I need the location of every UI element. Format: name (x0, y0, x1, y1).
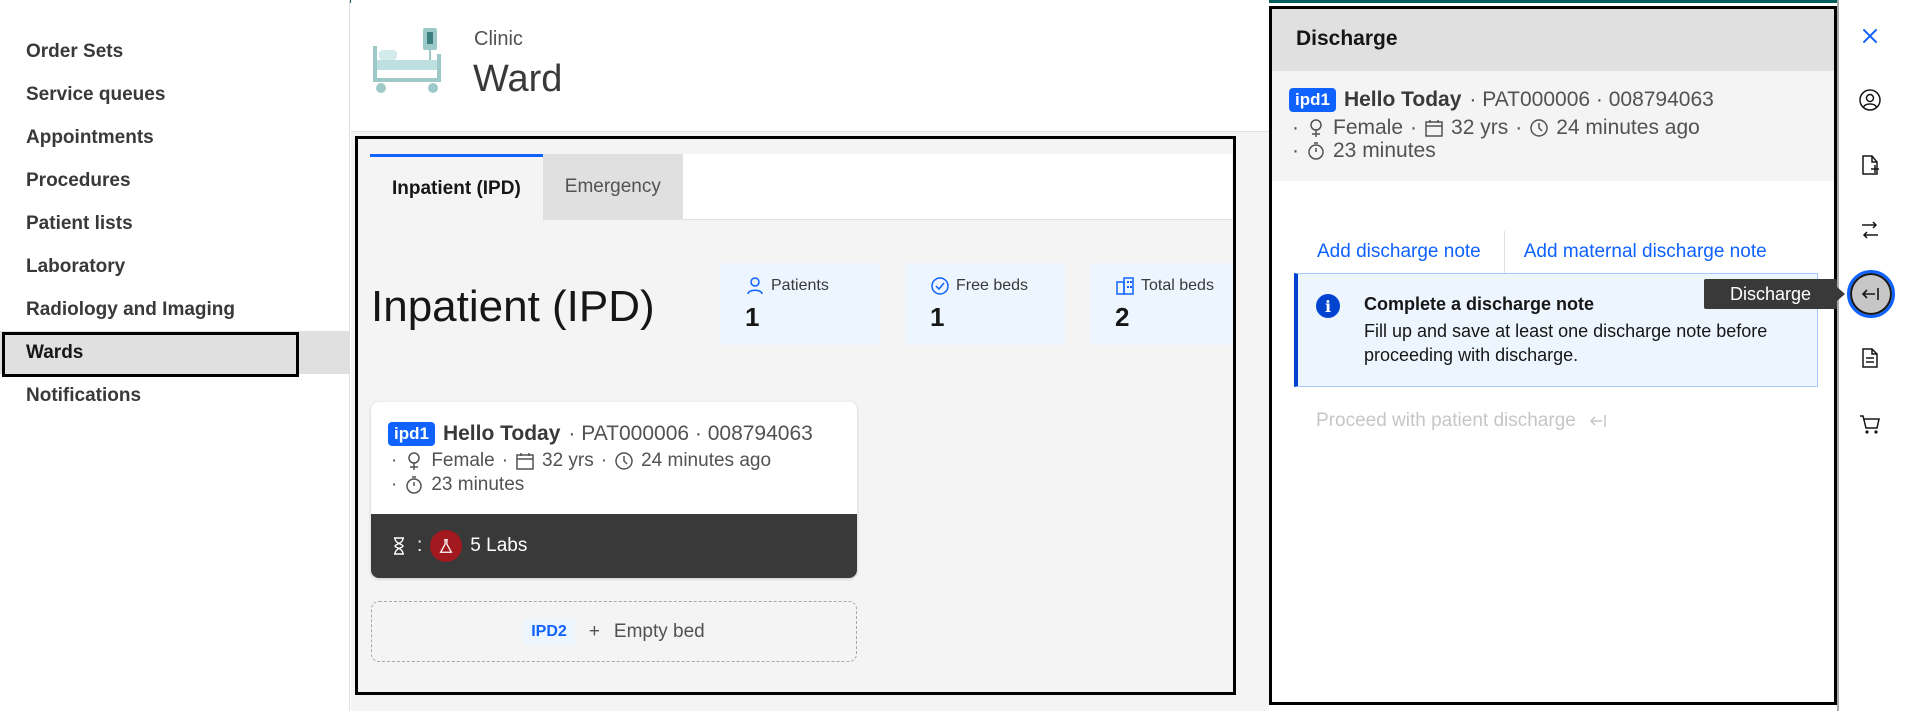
nav-item-service-queues[interactable]: Service queues (0, 73, 349, 116)
page-title: Ward (473, 58, 563, 100)
panel-title: Discharge (1272, 9, 1834, 71)
document-icon (1861, 348, 1878, 368)
clock-icon (1530, 119, 1548, 137)
discharge-tooltip: Discharge (1704, 279, 1845, 309)
exit-arrow-icon (1589, 415, 1606, 427)
action-rail (1837, 0, 1926, 711)
hospital-bed-icon (373, 28, 441, 93)
patient-icon (1858, 89, 1881, 111)
add-note-button[interactable] (1839, 145, 1900, 185)
nav-item-procedures[interactable]: Procedures (0, 159, 349, 202)
nav-item-order-sets[interactable]: Order Sets (0, 30, 349, 73)
tab-add-maternal-discharge-note[interactable]: Add maternal discharge note (1505, 233, 1790, 271)
nav-item-label: Procedures (26, 169, 131, 191)
female-icon (1310, 119, 1322, 137)
proceed-label: Proceed with patient discharge (1316, 410, 1576, 431)
ward-main: Clinic Ward Inpatient (IPD) Emergency In… (351, 0, 1269, 711)
patient-identifiers: · PAT000006 · 008794063 (1469, 88, 1714, 111)
patient-gender: Female (1333, 116, 1404, 139)
discharge-panel: Discharge ipd1 Hello Today · PAT000006 ·… (1269, 6, 1837, 705)
nav-item-label: Patient lists (26, 212, 133, 234)
focus-outline (2, 332, 299, 377)
nav-item-wards[interactable]: Wards (0, 331, 349, 377)
info-icon: i (1316, 294, 1340, 318)
nav-item-label: Service queues (26, 83, 166, 105)
nav-item-notifications[interactable]: Notifications (0, 374, 349, 417)
tab-add-discharge-note[interactable]: Add discharge note (1298, 233, 1504, 271)
left-nav: Order Sets Service queues Appointments P… (0, 0, 350, 711)
nav-item-patient-lists[interactable]: Patient lists (0, 202, 349, 245)
transfer-icon (1861, 221, 1878, 239)
nav-item-label: Order Sets (26, 40, 124, 62)
discharge-note-tabs: Add discharge note Add maternal discharg… (1298, 231, 1790, 273)
notification-title: Complete a discharge note (1364, 294, 1595, 314)
nav-item-label: Notifications (26, 384, 142, 406)
nav-item-laboratory[interactable]: Laboratory (0, 245, 349, 288)
panel-patient-header: ipd1 Hello Today · PAT000006 · 008794063… (1272, 71, 1834, 181)
patient-name: Hello Today (1343, 88, 1462, 111)
nav-item-appointments[interactable]: Appointments (0, 116, 349, 159)
nav-item-radiology[interactable]: Radiology and Imaging (0, 288, 349, 331)
orders-cart-button[interactable] (1839, 404, 1900, 444)
proceed-discharge-button[interactable]: Proceed with patient discharge (1316, 410, 1608, 432)
discharge-button[interactable] (1847, 270, 1895, 318)
cart-icon (1859, 415, 1880, 434)
nav-item-label: Radiology and Imaging (26, 298, 236, 320)
documents-button[interactable] (1839, 338, 1900, 378)
admitted-time: 24 minutes ago (1556, 116, 1700, 139)
timer-icon (1308, 142, 1324, 160)
patient-banner-button[interactable] (1839, 80, 1900, 120)
nav-item-label: Laboratory (26, 255, 126, 277)
page-header: Clinic Ward (351, 0, 1269, 132)
calendar-icon (1425, 120, 1443, 137)
header-location: Clinic (474, 28, 523, 50)
patient-age: 32 yrs (1451, 116, 1509, 139)
notification-body: Fill up and save at least one discharge … (1364, 321, 1768, 365)
transfer-button[interactable] (1839, 210, 1900, 250)
bed-tag: ipd1 (1289, 88, 1336, 112)
note-add-icon (1861, 155, 1879, 175)
focus-outline (355, 136, 1236, 695)
discharge-icon (1861, 288, 1879, 300)
stay-duration: 23 minutes (1333, 139, 1436, 162)
close-button[interactable] (1839, 16, 1900, 56)
nav-item-label: Appointments (26, 126, 154, 148)
close-icon (1862, 28, 1877, 44)
